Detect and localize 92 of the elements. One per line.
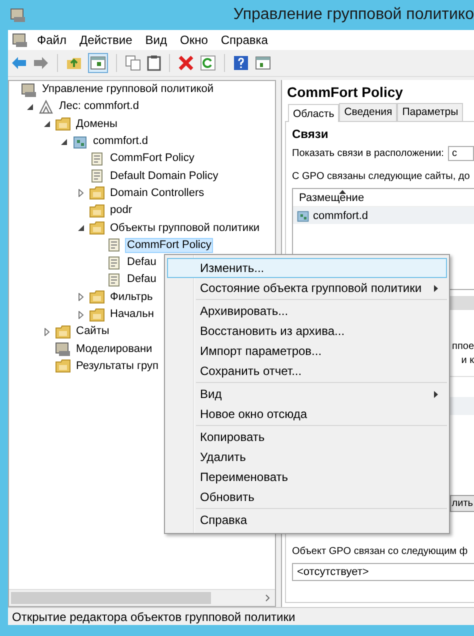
menu-item[interactable]: Вид: [145, 33, 167, 47]
sort-arrow-icon: [339, 190, 346, 194]
section-heading: Связи: [292, 127, 330, 141]
context-menu-item[interactable]: Новое окно отсюда: [167, 404, 447, 424]
copy-icon[interactable]: [125, 55, 141, 71]
column-header[interactable]: Размещение: [299, 192, 364, 204]
tree-item[interactable]: Управление групповой политикой: [40, 82, 216, 98]
menu-item[interactable]: Справка: [220, 33, 268, 47]
building-icon: [296, 208, 310, 222]
tree-item[interactable]: CommFort Policy: [108, 151, 196, 166]
console-icon: [10, 7, 26, 23]
folder-up-icon[interactable]: [66, 55, 82, 71]
expanded-arrow-icon[interactable]: [43, 120, 51, 128]
pane-icon[interactable]: [255, 55, 271, 71]
collapsed-arrow-icon[interactable]: [77, 293, 85, 302]
triangle-icon: [38, 98, 54, 115]
location-label: Показать связи в расположении:: [292, 148, 444, 159]
context-menu-item[interactable]: Справка: [167, 510, 447, 530]
scroll-icon: [106, 237, 122, 254]
menu-item[interactable]: Файл: [37, 33, 67, 47]
context-menu-item[interactable]: Обновить: [167, 487, 447, 507]
context-menu-item[interactable]: Копировать: [167, 427, 447, 447]
delete-icon[interactable]: [178, 55, 194, 71]
tree-item[interactable]: Результаты груп: [74, 358, 160, 374]
folder-icon: [55, 324, 71, 340]
scroll-icon: [89, 168, 105, 184]
tree-item[interactable]: Домены: [74, 116, 120, 132]
context-menu-item[interactable]: Вид: [167, 384, 447, 404]
expanded-arrow-icon[interactable]: [77, 224, 85, 232]
details-title: CommFort Policy: [286, 84, 404, 100]
menu-item[interactable]: Окно: [180, 33, 208, 47]
collapsed-arrow-icon[interactable]: [77, 310, 85, 318]
context-menu-item[interactable]: Архивировать...: [167, 301, 447, 321]
tab[interactable]: Параметры: [397, 103, 464, 121]
pane-toggle-icon[interactable]: [88, 53, 108, 73]
folder-icon: [89, 220, 105, 236]
text-fragment: и к: [461, 354, 474, 368]
tree-item[interactable]: Domain Controllers: [108, 186, 206, 201]
menu-item[interactable]: Действие: [80, 33, 132, 47]
refresh-icon[interactable]: [200, 55, 216, 71]
expanded-arrow-icon[interactable]: [60, 138, 68, 146]
collapsed-arrow-icon[interactable]: [77, 189, 85, 198]
folder-icon: [89, 185, 105, 202]
context-menu-item[interactable]: Переименовать: [167, 467, 447, 487]
text-fragment: ппое: [452, 340, 474, 354]
context-menu-item[interactable]: Изменить...: [167, 258, 447, 278]
folder-icon: [89, 289, 105, 306]
context-menu-item[interactable]: Импорт параметров...: [167, 341, 447, 361]
context-menu-item[interactable]: Удалить: [167, 447, 447, 467]
tab[interactable]: Область: [288, 104, 340, 122]
tree-item[interactable]: Фильтрь: [108, 290, 155, 305]
folder-icon: [89, 306, 105, 322]
console-icon: [21, 82, 37, 98]
status-bar: Открытие редактора объектов групповой политики: [8, 607, 474, 625]
tree-item[interactable]: Default Domain Policy: [108, 168, 220, 184]
wmi-field[interactable]: <отсутствует>: [292, 563, 474, 581]
expanded-arrow-icon[interactable]: [26, 102, 34, 111]
console-icon: [55, 341, 71, 358]
clipboard-icon[interactable]: [147, 55, 161, 71]
tree-item[interactable]: Лес: commfort.d: [57, 99, 141, 114]
wmi-caption: Объект GPO связан со следующим ф: [292, 546, 469, 557]
building-icon: [72, 134, 88, 150]
context-menu-item[interactable]: Восстановить из архива...: [167, 321, 447, 341]
folder-icon: [55, 358, 71, 374]
back-arrow-icon[interactable]: [11, 56, 27, 70]
horizontal-scrollbar[interactable]: [9, 589, 275, 606]
tree-item[interactable]: CommFort Policy: [125, 238, 214, 253]
tree-item[interactable]: commfort.d: [91, 134, 150, 150]
tree-item[interactable]: Объекты групповой политики: [108, 220, 262, 236]
tree-item[interactable]: Defau: [125, 255, 158, 270]
collapsed-arrow-icon[interactable]: [43, 328, 51, 336]
console-icon[interactable]: [12, 32, 28, 48]
tree-item[interactable]: Сайты: [74, 324, 112, 340]
location-dropdown[interactable]: c: [448, 146, 474, 161]
tree-item[interactable]: podr: [108, 203, 134, 218]
window-title: Управление групповой политико: [233, 6, 474, 24]
forward-arrow-icon[interactable]: [33, 56, 49, 70]
scroll-right-icon[interactable]: [265, 594, 270, 602]
context-menu-item[interactable]: Состояние объекта групповой политики: [167, 278, 447, 298]
links-caption: С GPO связаны следующие сайты, до: [292, 171, 471, 182]
scroll-icon: [106, 272, 122, 288]
tree-item[interactable]: Моделировани: [74, 342, 154, 357]
scroll-icon: [106, 254, 122, 271]
help-icon[interactable]: [233, 55, 249, 71]
tree-item[interactable]: Начальн: [108, 307, 156, 322]
tab[interactable]: Сведения: [339, 103, 398, 121]
folder-icon: [89, 202, 105, 219]
scroll-icon: [89, 150, 105, 167]
tree-item[interactable]: Defau: [125, 272, 158, 288]
folder-icon: [55, 116, 71, 132]
context-menu-item[interactable]: Сохранить отчет...: [167, 361, 447, 381]
action-button[interactable]: лить: [450, 495, 474, 512]
